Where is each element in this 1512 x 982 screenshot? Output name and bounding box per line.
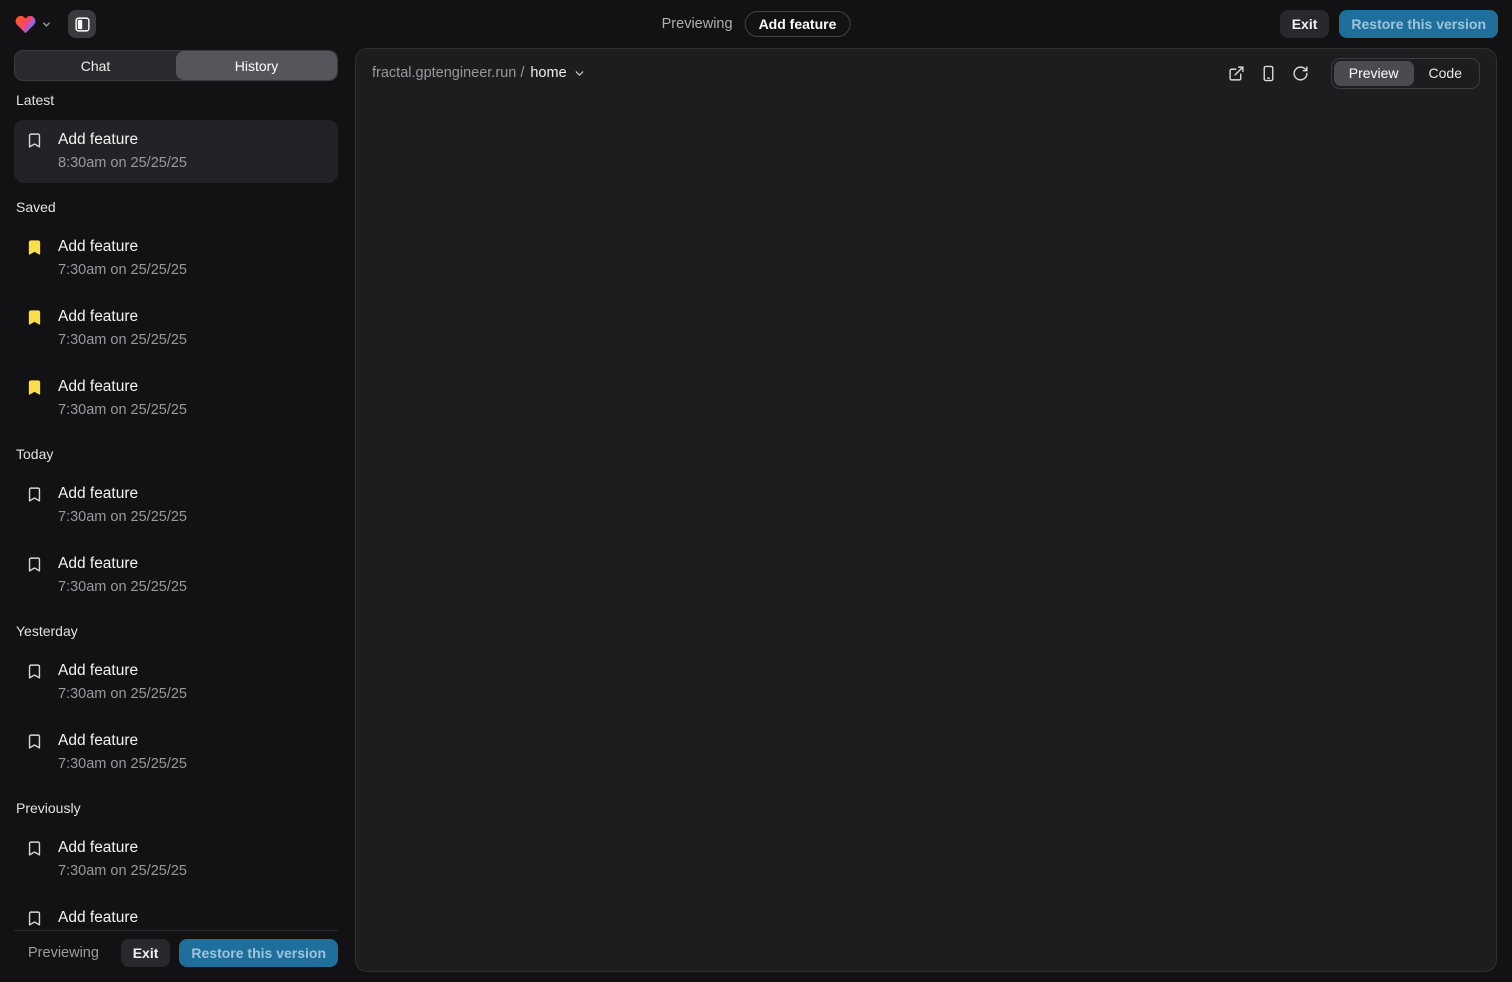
sidebar-toggle-button[interactable] <box>68 10 96 38</box>
chevron-down-icon <box>41 19 52 30</box>
version-item[interactable]: Add feature7:30am on 25/25/25 <box>14 898 338 930</box>
version-history-list: LatestAdd feature8:30am on 25/25/25Saved… <box>14 81 338 930</box>
url-page: home <box>530 65 566 81</box>
bookmark-icon <box>26 556 43 573</box>
version-timestamp: 7:30am on 25/25/25 <box>58 507 187 528</box>
panel-left-icon <box>74 16 91 33</box>
top-bar: Previewing Add feature Exit Restore this… <box>0 0 1512 48</box>
version-title: Add feature <box>58 306 187 328</box>
version-item[interactable]: Add feature7:30am on 25/25/25 <box>14 367 338 430</box>
bookmark-saved-icon <box>26 379 43 396</box>
version-pill: Add feature <box>745 11 851 37</box>
mobile-view-button[interactable] <box>1255 59 1283 87</box>
version-item[interactable]: Add feature7:30am on 25/25/25 <box>14 721 338 784</box>
version-title: Add feature <box>58 236 187 258</box>
toggle-code[interactable]: Code <box>1414 61 1477 86</box>
tab-chat[interactable]: Chat <box>15 51 176 80</box>
url-domain: fractal.gptengineer.run / <box>372 65 524 81</box>
version-title: Add feature <box>58 907 187 929</box>
bookmark-icon <box>26 663 43 680</box>
sidebar-tabs: Chat History <box>14 50 338 81</box>
version-timestamp: 7:30am on 25/25/25 <box>58 577 187 598</box>
external-link-icon <box>1228 65 1245 82</box>
bookmark-icon <box>26 486 43 503</box>
version-item[interactable]: Add feature7:30am on 25/25/25 <box>14 297 338 360</box>
url-breadcrumb[interactable]: fractal.gptengineer.run / home <box>372 65 586 81</box>
section-title: Yesterday <box>16 623 336 639</box>
history-sidebar: Chat History LatestAdd feature8:30am on … <box>14 48 338 982</box>
version-item[interactable]: Add feature7:30am on 25/25/25 <box>14 651 338 714</box>
version-title: Add feature <box>58 129 187 151</box>
bookmark-saved-icon <box>26 239 43 256</box>
bookmark-icon <box>26 840 43 857</box>
footer-previewing-label: Previewing <box>28 945 99 961</box>
preview-content-area <box>356 97 1496 971</box>
exit-button[interactable]: Exit <box>1280 10 1330 38</box>
history-section: PreviouslyAdd feature7:30am on 25/25/25A… <box>14 800 338 930</box>
version-item[interactable]: Add feature7:30am on 25/25/25 <box>14 544 338 607</box>
tab-history[interactable]: History <box>176 51 337 80</box>
refresh-icon <box>1292 65 1309 82</box>
version-title: Add feature <box>58 376 187 398</box>
version-timestamp: 7:30am on 25/25/25 <box>58 861 187 882</box>
section-title: Previously <box>16 800 336 816</box>
logo-menu[interactable] <box>14 14 52 35</box>
version-timestamp: 7:30am on 25/25/25 <box>58 260 187 281</box>
refresh-button[interactable] <box>1287 59 1315 87</box>
version-title: Add feature <box>58 660 187 682</box>
bookmark-icon <box>26 910 43 927</box>
previewing-label: Previewing <box>662 16 733 32</box>
version-title: Add feature <box>58 837 187 859</box>
preview-panel: fractal.gptengineer.run / home <box>355 48 1497 972</box>
version-item[interactable]: Add feature7:30am on 25/25/25 <box>14 227 338 290</box>
lovable-heart-icon <box>14 14 37 35</box>
version-title: Add feature <box>58 730 187 752</box>
version-item[interactable]: Add feature7:30am on 25/25/25 <box>14 828 338 891</box>
version-timestamp: 7:30am on 25/25/25 <box>58 330 187 351</box>
toggle-preview[interactable]: Preview <box>1334 61 1414 86</box>
footer-exit-button[interactable]: Exit <box>121 939 171 967</box>
open-external-button[interactable] <box>1223 59 1251 87</box>
version-timestamp: 7:30am on 25/25/25 <box>58 400 187 421</box>
section-title: Saved <box>16 199 336 215</box>
history-section: TodayAdd feature7:30am on 25/25/25Add fe… <box>14 446 338 607</box>
view-mode-toggle: Preview Code <box>1331 58 1480 89</box>
bookmark-icon <box>26 733 43 750</box>
version-timestamp: 7:30am on 25/25/25 <box>58 684 187 705</box>
history-section: Latest Add feature8:30am on 25/25/25 <box>14 92 338 183</box>
sidebar-footer: Previewing Exit Restore this version <box>14 930 338 982</box>
history-section: YesterdayAdd feature7:30am on 25/25/25Ad… <box>14 623 338 784</box>
chevron-down-icon <box>573 67 586 80</box>
section-title: Latest <box>16 92 336 108</box>
version-item[interactable]: Add feature8:30am on 25/25/25 <box>14 120 338 183</box>
section-title: Today <box>16 446 336 462</box>
smartphone-icon <box>1260 65 1277 82</box>
version-item[interactable]: Add feature7:30am on 25/25/25 <box>14 474 338 537</box>
restore-version-button[interactable]: Restore this version <box>1339 10 1498 38</box>
bookmark-icon <box>26 132 43 149</box>
version-title: Add feature <box>58 483 187 505</box>
preview-header: fractal.gptengineer.run / home <box>356 49 1496 97</box>
version-title: Add feature <box>58 553 187 575</box>
version-timestamp: 8:30am on 25/25/25 <box>58 153 187 174</box>
footer-restore-version-button[interactable]: Restore this version <box>179 939 338 967</box>
history-section: SavedAdd feature7:30am on 25/25/25Add fe… <box>14 199 338 430</box>
version-timestamp: 7:30am on 25/25/25 <box>58 754 187 775</box>
bookmark-saved-icon <box>26 309 43 326</box>
